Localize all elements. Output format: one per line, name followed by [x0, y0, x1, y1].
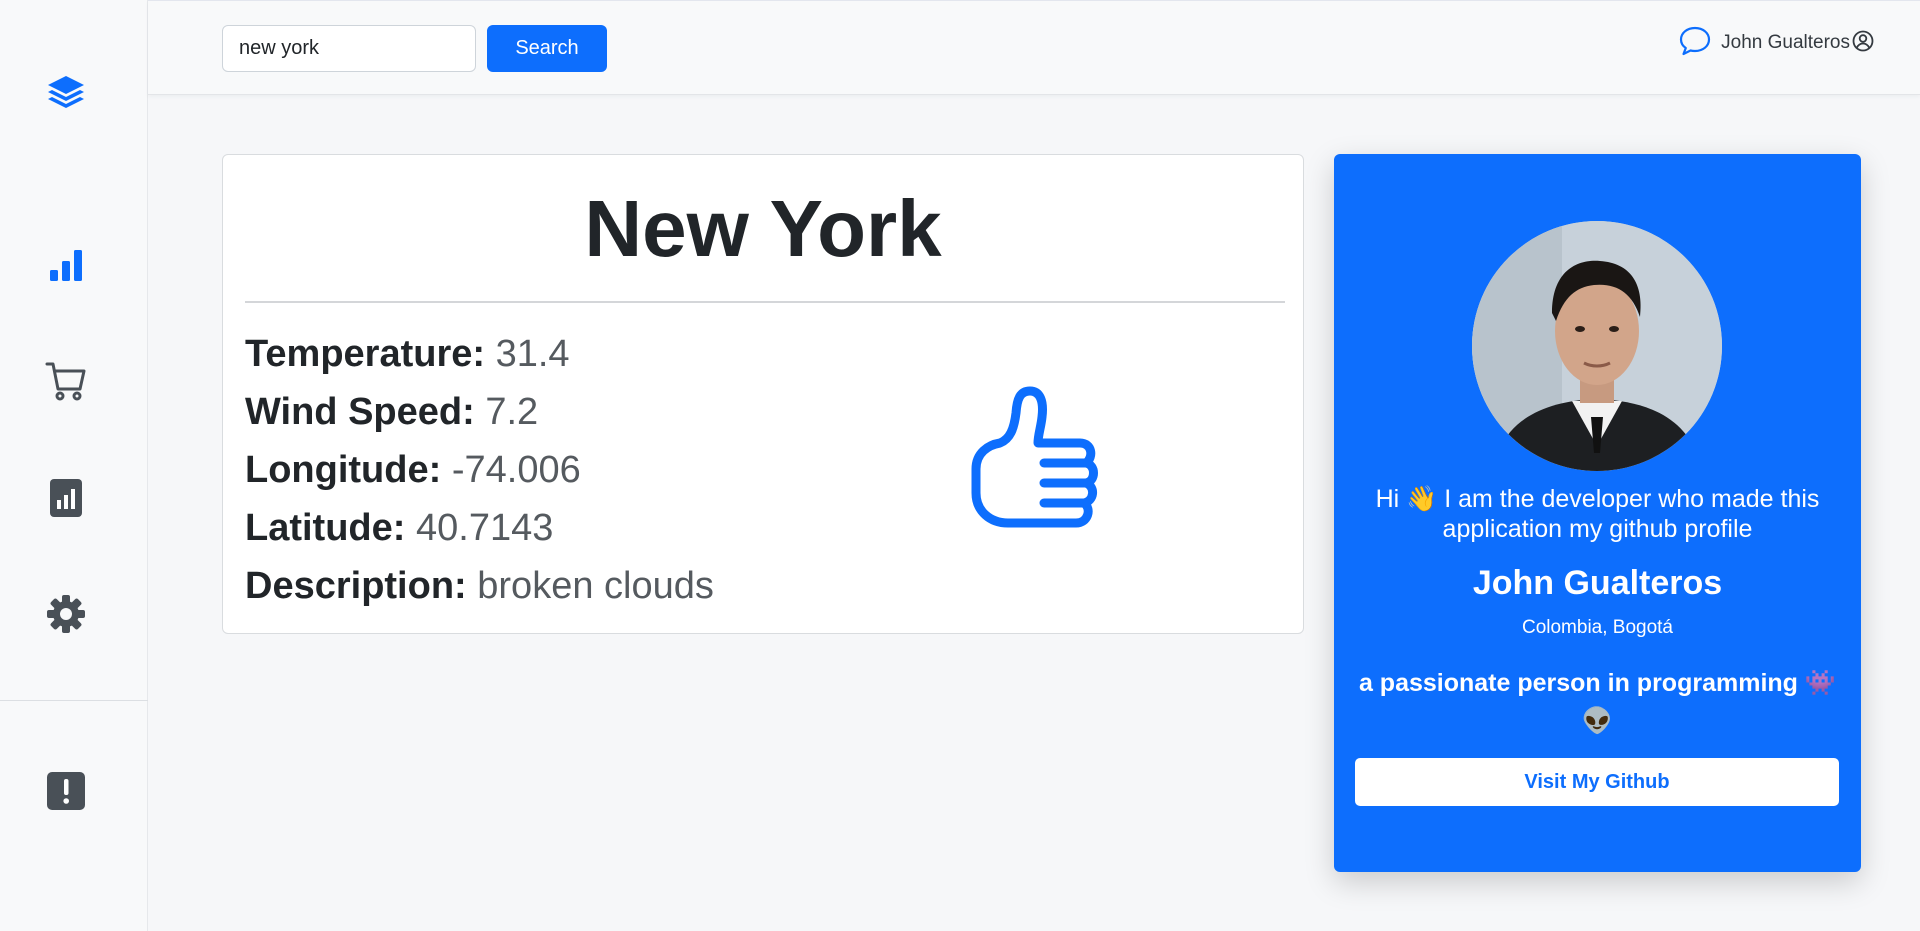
- cart-icon[interactable]: [44, 359, 88, 403]
- search-button[interactable]: Search: [487, 25, 607, 72]
- search-input[interactable]: [222, 25, 476, 72]
- city-title: New York: [584, 184, 942, 273]
- user-name[interactable]: John Gualteros: [1721, 32, 1850, 54]
- developer-location: Colombia, Bogotá: [1521, 617, 1674, 638]
- space-invader-emoji: 👾: [1804, 668, 1837, 697]
- passion-body: a passionate person in programming: [1358, 669, 1798, 697]
- description-value: broken clouds: [477, 565, 714, 607]
- wind-speed-value: 7.2: [485, 391, 539, 433]
- sidebar-divider: [0, 700, 148, 701]
- wave-emoji: 👋: [1406, 484, 1438, 513]
- profile-card: Hi 👋 I am the developer who made this ap…: [1334, 154, 1861, 872]
- passion-text: a passionate person in programming 👾 👽: [1354, 664, 1841, 740]
- bar-chart-icon[interactable]: [44, 243, 88, 287]
- latitude-value: 40.7143: [416, 507, 554, 549]
- card-divider: [245, 301, 1285, 303]
- alien-emoji: 👽: [1581, 706, 1614, 735]
- chat-icon[interactable]: [1679, 25, 1711, 62]
- longitude-row: Longitude: -74.006: [245, 441, 714, 499]
- temperature-label: Temperature:: [245, 333, 486, 375]
- latitude-label: Latitude:: [245, 507, 406, 549]
- user-circle-icon[interactable]: [1852, 30, 1874, 57]
- report-icon[interactable]: [44, 476, 88, 520]
- intro-text: Hi 👋 I am the developer who made this ap…: [1354, 484, 1841, 544]
- developer-name: John Gualteros: [1472, 564, 1723, 602]
- avatar: [1472, 221, 1722, 471]
- wind-speed-row: Wind Speed: 7.2: [245, 383, 714, 441]
- top-bar: Search John Gualteros: [148, 0, 1920, 95]
- intro-body: I am the developer who made this applica…: [1437, 485, 1820, 543]
- temperature-value: 31.4: [495, 333, 570, 375]
- wind-speed-label: Wind Speed:: [245, 391, 475, 433]
- alert-icon[interactable]: [44, 769, 88, 813]
- longitude-value: -74.006: [451, 449, 581, 491]
- longitude-label: Longitude:: [245, 449, 442, 491]
- intro-prefix: Hi: [1375, 485, 1407, 513]
- gear-icon[interactable]: [44, 592, 88, 636]
- sidebar: [0, 0, 148, 931]
- description-row: Description: broken clouds: [245, 557, 714, 615]
- thumbs-up-icon: [968, 383, 1104, 543]
- weather-details: Temperature: 31.4 Wind Speed: 7.2 Longit…: [245, 325, 714, 615]
- weather-card: New York Temperature: 31.4 Wind Speed: 7…: [222, 154, 1304, 634]
- layers-icon[interactable]: [44, 70, 88, 114]
- user-area: John Gualteros: [1679, 25, 1874, 61]
- temperature-row: Temperature: 31.4: [245, 325, 714, 383]
- latitude-row: Latitude: 40.7143: [245, 499, 714, 557]
- visit-github-button[interactable]: Visit My Github: [1355, 758, 1839, 806]
- description-label: Description:: [245, 565, 467, 607]
